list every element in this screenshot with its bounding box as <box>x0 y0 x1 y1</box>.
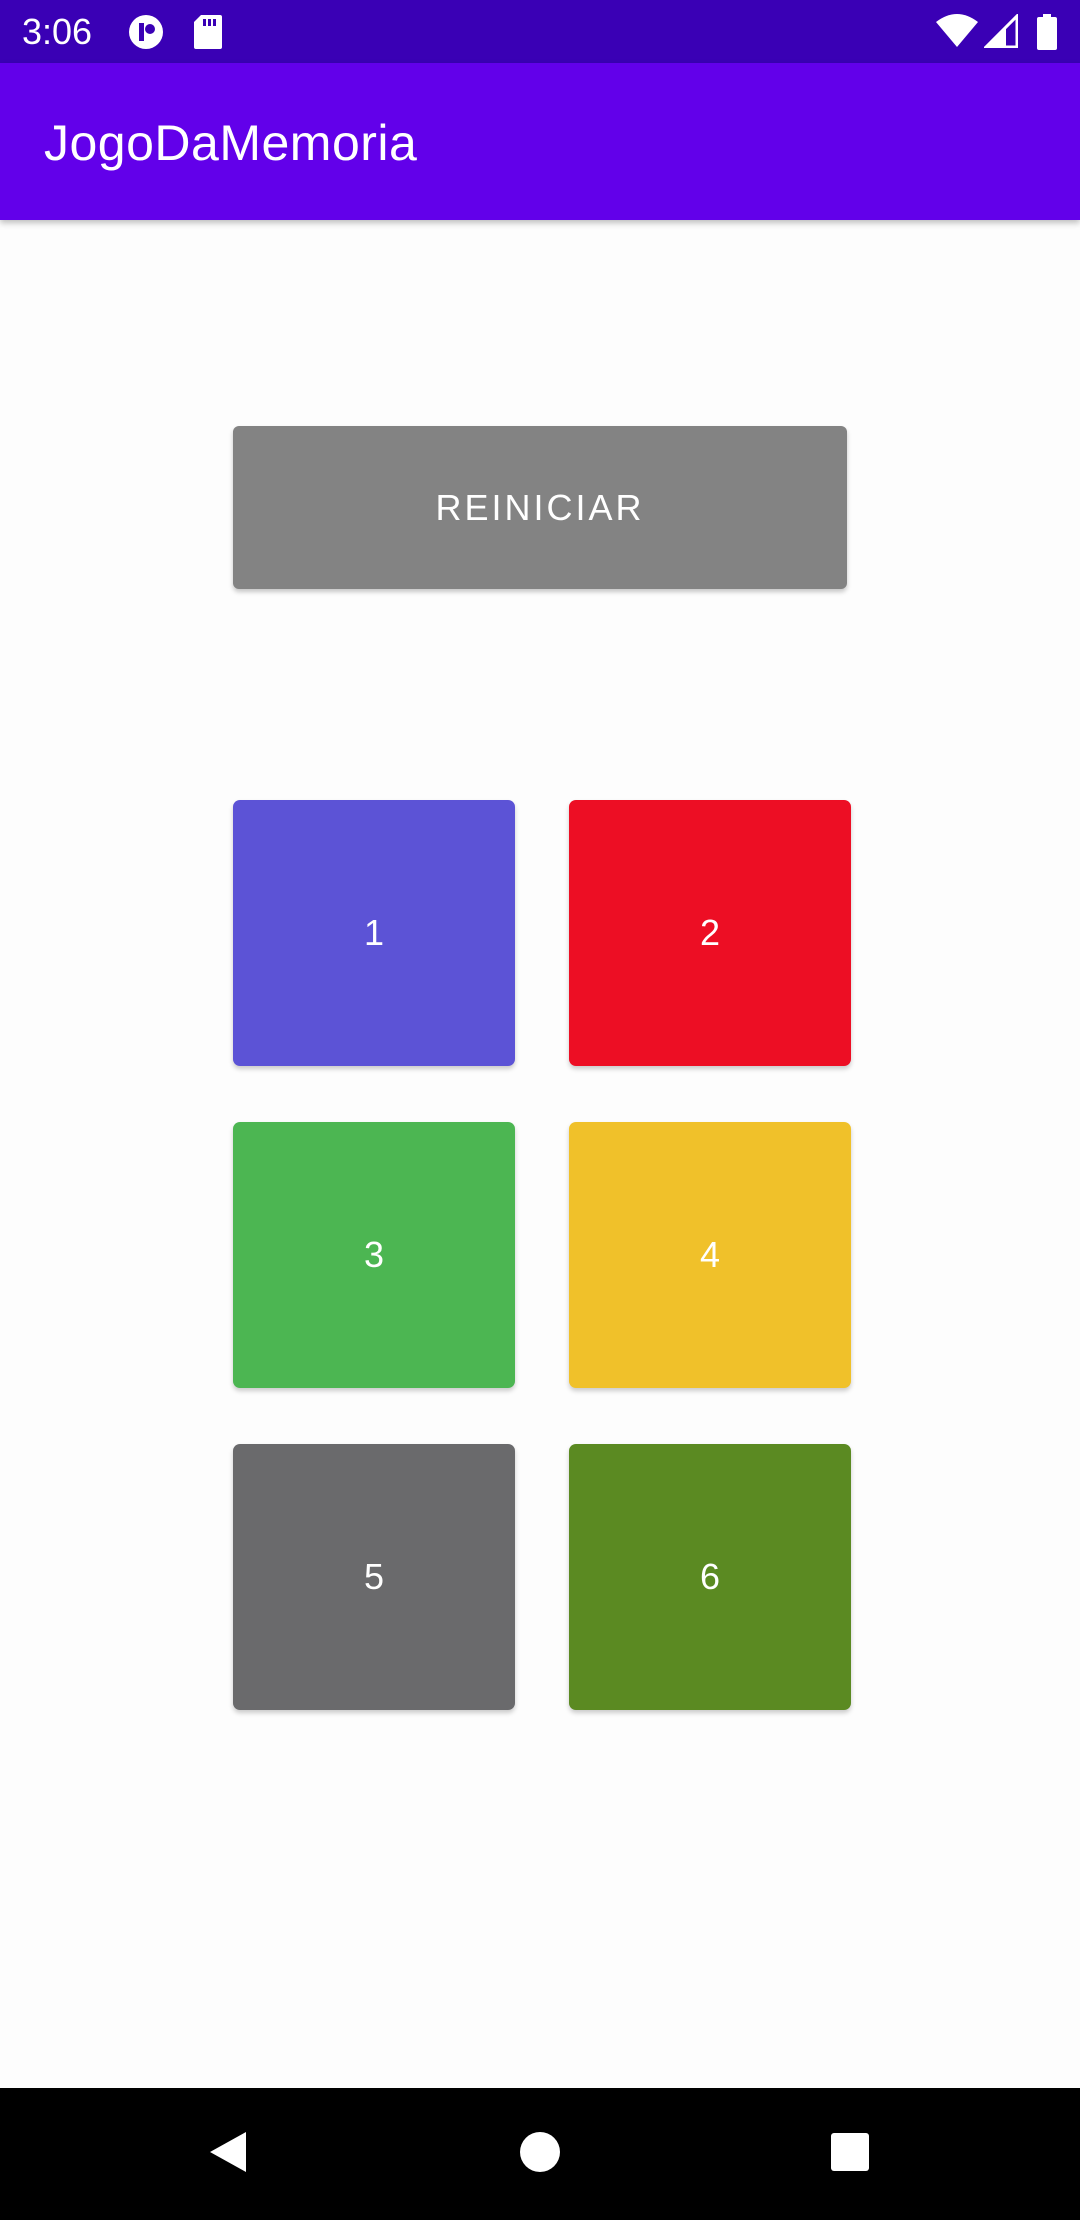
back-button[interactable] <box>168 2088 288 2220</box>
app-title: JogoDaMemoria <box>44 115 418 171</box>
sd-card-icon <box>193 14 223 55</box>
status-time: 3:06 <box>22 11 93 52</box>
back-icon <box>208 2130 248 2179</box>
app-bar: JogoDaMemoria <box>0 63 1080 220</box>
wifi-icon <box>936 14 978 53</box>
memory-card-3[interactable]: 3 <box>233 1122 515 1388</box>
home-icon <box>519 2131 561 2178</box>
memory-card-6[interactable]: 6 <box>569 1444 851 1710</box>
restart-button[interactable]: REINICIAR <box>233 426 847 589</box>
navigation-bar <box>0 2088 1080 2220</box>
memory-card-2[interactable]: 2 <box>569 800 851 1066</box>
recents-icon <box>830 2132 870 2177</box>
status-bar: 3:06 <box>0 0 1080 63</box>
battery-icon <box>1036 14 1058 55</box>
memory-card-4[interactable]: 4 <box>569 1122 851 1388</box>
memory-card-1[interactable]: 1 <box>233 800 515 1066</box>
app-notification-icon <box>128 14 164 55</box>
recents-button[interactable] <box>790 2088 910 2220</box>
signal-icon <box>982 12 1019 53</box>
home-button[interactable] <box>480 2088 600 2220</box>
memory-card-5[interactable]: 5 <box>233 1444 515 1710</box>
screen: 3:06 JogoDaMemoria REINICIAR 1 2 3 4 5 6 <box>0 0 1080 2220</box>
